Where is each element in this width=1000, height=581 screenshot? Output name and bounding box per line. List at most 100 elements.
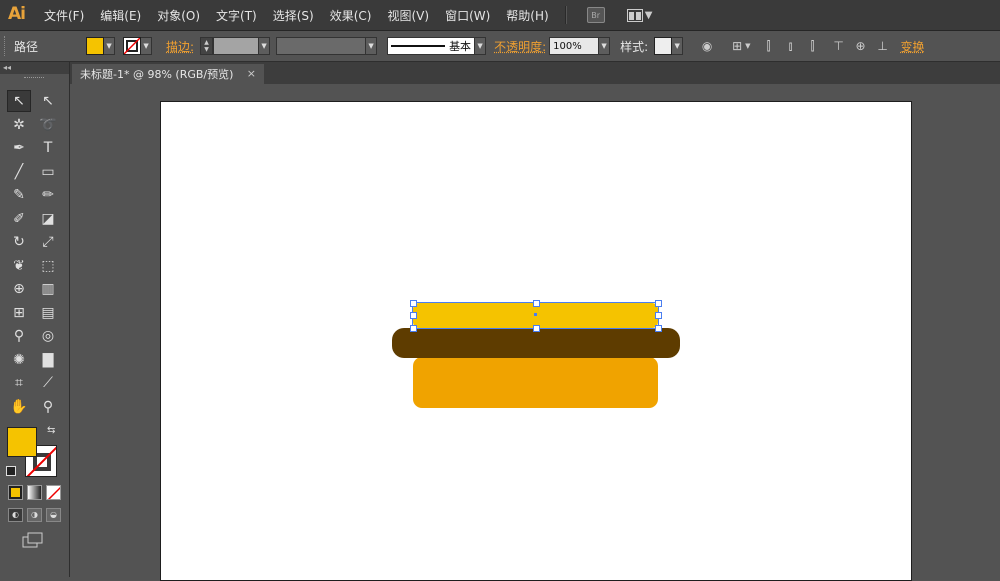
warp-tool-icon[interactable]: ❦ xyxy=(7,255,31,277)
draw-normal-button[interactable]: ◐ xyxy=(8,508,23,522)
selection-handle-ml[interactable] xyxy=(410,312,417,319)
align-bottom-icon[interactable]: ⊥ xyxy=(875,38,891,54)
align-right-icon[interactable]: ⫿ xyxy=(805,38,821,54)
stroke-weight-field[interactable] xyxy=(213,37,260,55)
stroke-dropdown[interactable]: ▼ xyxy=(141,37,153,55)
recolor-artwork-icon[interactable]: ◉ xyxy=(699,38,715,54)
pencil-tool-icon[interactable]: ✏ xyxy=(36,184,60,206)
menu-item-1[interactable]: 编辑(E) xyxy=(92,7,149,24)
swap-fill-stroke-icon[interactable]: ⇆ xyxy=(47,425,55,436)
selection-tool-icon[interactable]: ↖ xyxy=(7,90,31,112)
align-vertical-center-icon[interactable]: ⊕ xyxy=(853,38,869,54)
brush-definition-dropdown[interactable]: ▼ xyxy=(475,37,487,55)
tools-panel-collapse[interactable]: ◂◂ xyxy=(0,62,69,74)
stroke-label[interactable]: 描边: xyxy=(166,38,194,55)
selection-handle-tl[interactable] xyxy=(410,300,417,307)
free-transform-tool-icon[interactable]: ⬚ xyxy=(36,255,60,277)
selection-center-point xyxy=(534,313,537,316)
type-tool-icon[interactable]: T xyxy=(36,137,60,159)
pen-tool-icon[interactable]: ✒ xyxy=(7,137,31,159)
artboard-tool-icon[interactable]: ⌗ xyxy=(7,372,31,394)
fill-swatch[interactable] xyxy=(86,37,105,55)
zoom-tool-icon[interactable]: ⚲ xyxy=(36,396,60,418)
menu-item-2[interactable]: 对象(O) xyxy=(149,7,208,24)
selection-handle-tr[interactable] xyxy=(655,300,662,307)
selection-handle-mr[interactable] xyxy=(655,312,662,319)
symbol-sprayer-tool-icon[interactable]: ✺ xyxy=(7,349,31,371)
close-tab-icon[interactable]: × xyxy=(247,67,256,80)
screen-mode-icon[interactable] xyxy=(22,532,44,548)
draw-behind-button[interactable]: ◑ xyxy=(27,508,42,522)
stroke-swatch[interactable] xyxy=(123,37,142,55)
menu-items: 文件(F) 编辑(E) 对象(O) 文字(T) 选择(S) 效果(C) 视图(V) 窗口(W)… xyxy=(36,0,652,30)
variable-width-profile-dropdown[interactable]: ▼ xyxy=(366,37,378,55)
lasso-tool-icon[interactable]: ➰ xyxy=(36,114,60,136)
menu-item-0[interactable]: 文件(F) xyxy=(36,7,92,24)
draw-inside-button[interactable]: ◒ xyxy=(46,508,61,522)
gradient-mode-button[interactable] xyxy=(27,485,42,500)
selection-handle-tm[interactable] xyxy=(533,300,540,307)
menu-item-6[interactable]: 视图(V) xyxy=(379,7,437,24)
selection-handle-bm[interactable] xyxy=(533,325,540,332)
align-to-icon[interactable]: ⊞ xyxy=(729,38,745,54)
rotate-tool-icon[interactable]: ↻ xyxy=(7,231,31,253)
column-graph-tool-icon[interactable]: ▇ xyxy=(36,349,60,371)
mesh-tool-icon[interactable]: ⊞ xyxy=(7,302,31,324)
menu-item-4[interactable]: 选择(S) xyxy=(265,7,322,24)
style-label: 样式: xyxy=(620,39,649,54)
menu-item-7[interactable]: 窗口(W) xyxy=(437,7,498,24)
eraser-tool-icon[interactable]: ◪ xyxy=(36,208,60,230)
fill-dropdown[interactable]: ▼ xyxy=(104,37,116,55)
app-logo: Ai xyxy=(8,4,26,24)
selection-type-label: 路径 xyxy=(14,39,39,54)
variable-width-profile-field[interactable] xyxy=(276,37,367,55)
menu-item-3[interactable]: 文字(T) xyxy=(208,7,265,24)
menu-item-5[interactable]: 效果(C) xyxy=(322,7,380,24)
tools-panel-grip[interactable] xyxy=(24,77,44,80)
selection-handle-br[interactable] xyxy=(655,325,662,332)
bottom-block-shape[interactable] xyxy=(413,357,658,408)
scale-tool-icon[interactable]: ⤢ xyxy=(36,231,60,253)
color-mode-button[interactable] xyxy=(8,485,23,500)
hand-tool-icon[interactable]: ✋ xyxy=(7,396,31,418)
bridge-button[interactable]: Br xyxy=(586,7,605,23)
control-bar-grip[interactable] xyxy=(4,36,8,56)
align-horizontal-center-icon[interactable]: ⫾ xyxy=(783,38,799,54)
stroke-weight-stepper[interactable]: ▲ ▼ xyxy=(200,37,214,55)
opacity-field[interactable]: 100% xyxy=(549,37,600,55)
gradient-tool-icon[interactable]: ▤ xyxy=(36,302,60,324)
line-tool-icon[interactable]: ╱ xyxy=(7,161,31,183)
direct-selection-tool-icon[interactable]: ↖ xyxy=(36,90,60,112)
opacity-label[interactable]: 不透明度: xyxy=(494,38,546,55)
document-tab[interactable]: 未标题-1* @ 98% (RGB/预览) × xyxy=(72,64,264,84)
document-tab-bar: 未标题-1* @ 98% (RGB/预览) × xyxy=(70,62,1000,84)
perspective-grid-tool-icon[interactable]: ▥ xyxy=(36,278,60,300)
menu-item-8[interactable]: 帮助(H) xyxy=(498,7,556,24)
slice-tool-icon[interactable]: ⟋ xyxy=(36,372,60,394)
graphic-style-dropdown[interactable]: ▼ xyxy=(672,37,684,55)
opacity-dropdown[interactable]: ▼ xyxy=(599,37,611,55)
middle-bar-shape[interactable] xyxy=(392,328,680,358)
artboard[interactable] xyxy=(160,101,912,581)
align-top-icon[interactable]: ⊤ xyxy=(831,38,847,54)
none-mode-button[interactable] xyxy=(46,485,61,500)
graphic-style-swatch[interactable] xyxy=(654,37,673,55)
stroke-weight-dropdown[interactable]: ▼ xyxy=(259,37,271,55)
menu-bar: Ai 文件(F) 编辑(E) 对象(O) 文字(T) 选择(S) 效果(C) 视图(V) 窗口… xyxy=(0,0,1000,31)
magic-wand-tool-icon[interactable]: ✲ xyxy=(7,114,31,136)
shape-builder-tool-icon[interactable]: ⊕ xyxy=(7,278,31,300)
paintbrush-tool-icon[interactable]: ✎ xyxy=(7,184,31,206)
fill-color-box[interactable] xyxy=(7,427,37,457)
selection-handle-bl[interactable] xyxy=(410,325,417,332)
default-fill-stroke-icon[interactable] xyxy=(6,466,16,476)
blob-brush-tool-icon[interactable]: ✐ xyxy=(7,208,31,230)
transform-label[interactable]: 变换 xyxy=(901,38,925,55)
rectangle-tool-icon[interactable]: ▭ xyxy=(36,161,60,183)
menu-separator xyxy=(564,6,567,24)
align-left-icon[interactable]: ⫿ xyxy=(761,38,777,54)
canvas-area[interactable] xyxy=(70,84,1000,581)
arrange-documents-button[interactable]: ▼ xyxy=(626,8,652,22)
brush-definition-field[interactable]: 基本 xyxy=(387,37,476,55)
blend-tool-icon[interactable]: ◎ xyxy=(36,325,60,347)
eyedropper-tool-icon[interactable]: ⚲ xyxy=(7,325,31,347)
